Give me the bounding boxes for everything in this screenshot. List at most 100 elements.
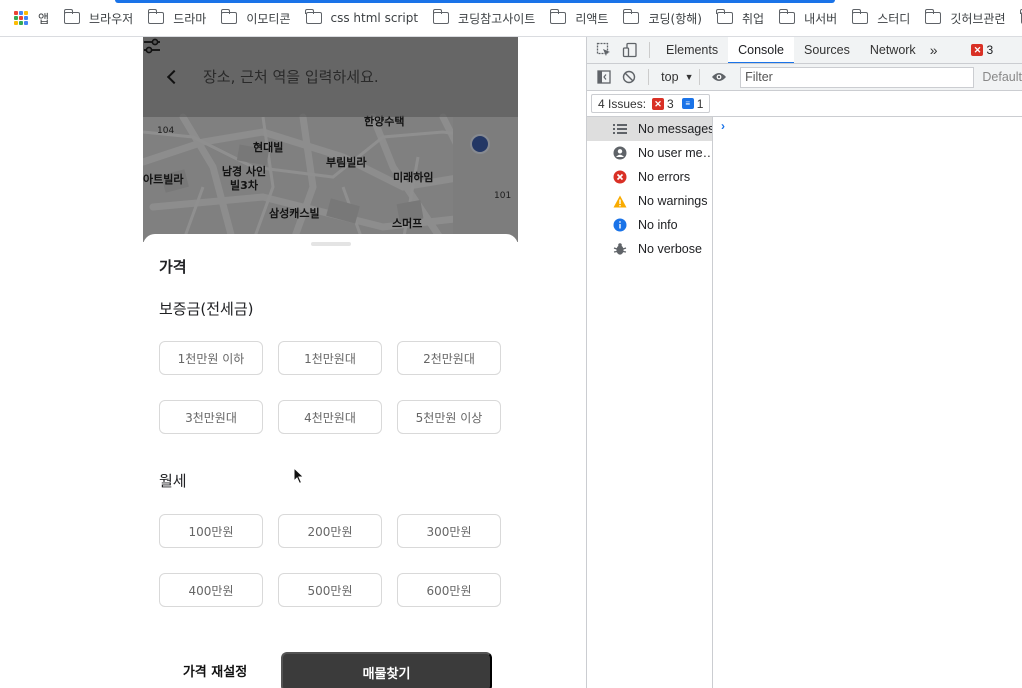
tab-console[interactable]: Console	[728, 37, 794, 63]
sidebar-item-user-messages[interactable]: No user me…	[587, 141, 712, 165]
sidebar-item-label: No info	[638, 218, 678, 232]
toolbar-divider	[699, 69, 701, 85]
error-icon	[613, 170, 627, 184]
map-view[interactable]: 현대빌 부림빌라 남경 사인빌3차 미래하임 삼성캐스빌 스머프 아트빌라 한양…	[143, 37, 518, 242]
search-bar	[143, 37, 518, 117]
console-filter-input[interactable]	[740, 66, 975, 88]
list-icon	[613, 122, 627, 136]
bookmark-folder[interactable]: 취업	[716, 9, 765, 27]
console-output[interactable]: ›	[713, 117, 1022, 688]
more-tabs-button[interactable]: »	[926, 37, 942, 63]
bookmark-label: 브라우저	[89, 11, 134, 26]
bookmark-folder[interactable]: 스터디	[851, 9, 911, 27]
bookmark-folder[interactable]: 이모티콘	[220, 9, 291, 27]
bookmark-label: 깃허브관련	[950, 11, 1006, 26]
deposit-option-button[interactable]: 4천만원대	[278, 400, 382, 434]
reset-price-button[interactable]: 가격 재설정	[173, 652, 257, 688]
monthly-option-button[interactable]: 300만원	[397, 514, 501, 548]
find-listings-button[interactable]: 매물찾기	[281, 652, 492, 688]
bookmark-folder[interactable]: 드라마	[147, 9, 207, 27]
info-icon	[613, 218, 627, 232]
filter-sliders-icon[interactable]	[143, 37, 161, 55]
sidebar-item-messages[interactable]: No messages	[587, 117, 712, 141]
apps-grid-icon	[14, 11, 28, 25]
bookmark-folder[interactable]: 깃허브관련	[924, 9, 1006, 27]
context-select[interactable]: top ▼	[661, 70, 693, 84]
deposit-option-button[interactable]: 1천만원 이하	[159, 341, 263, 375]
log-levels-dropdown[interactable]: Default	[982, 70, 1022, 84]
sidebar-item-errors[interactable]: No errors	[587, 165, 712, 189]
drag-handle[interactable]	[311, 242, 351, 246]
issues-button[interactable]: 4 Issues: ✕ 3 ≡ 1	[591, 94, 711, 113]
inspect-element-icon[interactable]	[591, 37, 617, 63]
monthly-option-button[interactable]: 500만원	[278, 573, 382, 607]
bookmark-apps[interactable]: 앱	[14, 10, 49, 27]
back-arrow-icon[interactable]	[163, 67, 183, 87]
tab-sources[interactable]: Sources	[794, 37, 860, 63]
bookmark-label: 내서버	[804, 11, 838, 26]
folder-icon	[220, 9, 238, 24]
bookmark-label: 취업	[741, 11, 765, 26]
monthly-option-button[interactable]: 100만원	[159, 514, 263, 548]
console-body: No messages No user me… No errors No war…	[587, 117, 1022, 688]
tab-elements[interactable]: Elements	[656, 37, 728, 63]
monthly-option-button[interactable]: 400만원	[159, 573, 263, 607]
clear-console-icon[interactable]	[617, 64, 643, 90]
toolbar-divider	[649, 42, 650, 58]
message-icon: ≡	[681, 98, 694, 109]
issues-info-count: 1	[696, 96, 704, 111]
bookmark-apps-label: 앱	[38, 11, 50, 26]
monthly-section-title: 월세	[159, 472, 187, 490]
sidebar-item-label: No user me…	[638, 146, 712, 160]
bookmark-folder[interactable]: css html script	[305, 9, 419, 25]
price-filter-sheet: 가격 보증금(전세금) 1천만원 이하 1천만원대 2천만원대 3천만원대 4천…	[143, 234, 518, 688]
bookmark-label: 스터디	[877, 11, 911, 26]
bookmark-label: 코딩참고사이트	[458, 11, 536, 26]
context-value: top	[661, 70, 679, 84]
folder-icon	[549, 9, 567, 24]
folder-icon	[778, 9, 796, 24]
sheet-title: 가격	[159, 258, 187, 276]
issues-label: 4 Issues:	[598, 96, 647, 111]
sidebar-item-warnings[interactable]: No warnings	[587, 189, 712, 213]
error-count: 3	[986, 43, 994, 57]
sidebar-item-verbose[interactable]: No verbose	[587, 237, 712, 261]
live-expression-eye-icon[interactable]	[706, 64, 732, 90]
sidebar-toggle-icon[interactable]	[591, 64, 617, 90]
bookmark-folder[interactable]: 내서버	[778, 9, 838, 27]
dropdown-triangle-icon: ▼	[684, 72, 694, 82]
deposit-option-button[interactable]: 1천만원대	[278, 341, 382, 375]
bookmark-folder[interactable]: 코딩참고사이트	[432, 9, 536, 27]
bookmark-label: 코딩(항해)	[648, 11, 702, 26]
tab-network[interactable]: Network	[860, 37, 926, 63]
search-input[interactable]	[203, 68, 473, 86]
deposit-option-button[interactable]: 2천만원대	[397, 341, 501, 375]
monthly-option-button[interactable]: 200만원	[278, 514, 382, 548]
bookmark-label: 드라마	[173, 11, 207, 26]
bookmark-folder[interactable]: 브라우저	[63, 9, 134, 27]
error-count-badge[interactable]: ✕ 3	[971, 43, 993, 57]
device-toggle-icon[interactable]	[617, 37, 643, 63]
deposit-section-title: 보증금(전세금)	[159, 300, 254, 318]
devtools-panel: Elements Console Sources Network » ✕ 3 t…	[586, 37, 1022, 688]
bookmark-label: css html script	[330, 11, 419, 25]
monthly-option-button[interactable]: 600만원	[397, 573, 501, 607]
error-icon: ✕	[652, 97, 665, 110]
deposit-option-button[interactable]: 5천만원 이상	[397, 400, 501, 434]
bookmark-folder[interactable]: 코딩(항해)	[622, 9, 702, 27]
issues-error-count: 3	[667, 96, 674, 111]
folder-icon	[622, 9, 640, 24]
devtools-tabbar: Elements Console Sources Network » ✕ 3	[587, 37, 1022, 64]
bookmark-label: 이모티콘	[246, 11, 291, 26]
folder-icon	[716, 9, 733, 24]
warning-icon	[613, 194, 627, 208]
folder-icon	[63, 9, 81, 24]
deposit-option-button[interactable]: 3천만원대	[159, 400, 263, 434]
deposit-options: 1천만원 이하 1천만원대 2천만원대 3천만원대 4천만원대 5천만원 이상	[159, 341, 502, 434]
sidebar-item-info[interactable]: No info	[587, 213, 712, 237]
bookmark-label: 리액트	[575, 11, 609, 26]
folder-icon	[432, 9, 450, 24]
page-viewport: 현대빌 부림빌라 남경 사인빌3차 미래하임 삼성캐스빌 스머프 아트빌라 한양…	[0, 37, 586, 688]
bookmark-folder[interactable]: 리액트	[549, 9, 609, 27]
sidebar-item-label: No warnings	[638, 194, 708, 208]
